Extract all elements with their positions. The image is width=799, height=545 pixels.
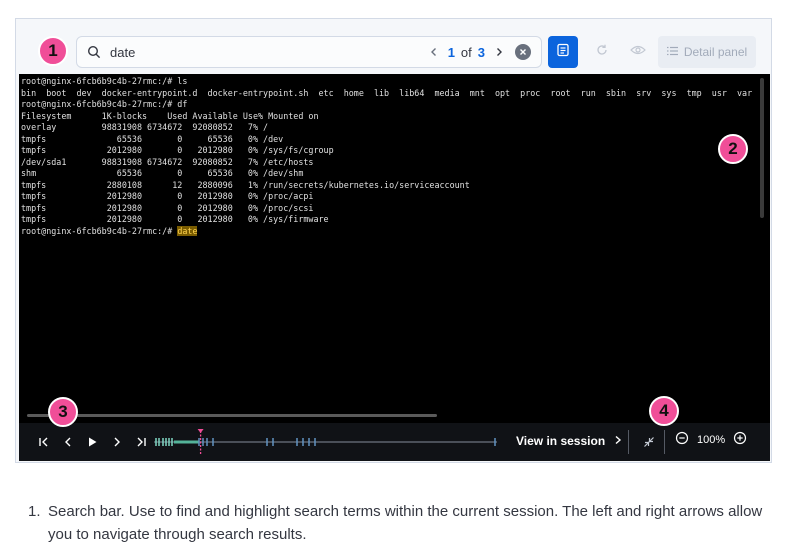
toolbar: date 1 of 3 Detail panel [16,19,771,74]
terminal-line: root@nginx-6fcb6b9c4b-27rmc:/# date [21,225,770,238]
callout-badge-3: 3 [48,397,78,427]
controls-divider [628,430,629,454]
search-highlight: date [177,225,198,236]
chevron-right-icon[interactable] [491,44,507,60]
playback-timeline[interactable] [152,423,502,461]
search-result-current: 1 [447,44,455,60]
terminal-line: Filesystem 1K-blocks Used Available Use%… [21,110,319,121]
terminal-lines: root@nginx-6fcb6b9c4b-27rmc:/# ls bin boo… [19,74,770,237]
chevron-right-icon [613,434,623,448]
skip-to-end-icon[interactable] [130,431,152,453]
terminal-line: tmpfs 2012980 0 2012980 0% /proc/scsi [21,202,314,213]
zoom-controls: 100% [675,431,747,448]
search-pager: 1 of 3 [426,44,507,60]
list-icon [666,45,678,59]
detail-panel-button[interactable]: Detail panel [658,36,756,68]
terminal-line: root@nginx-6fcb6b9c4b-27rmc:/# df [21,99,188,109]
view-in-session-link[interactable]: View in session [516,434,623,448]
callout-badge-2: 2 [718,134,748,164]
caption-text: Search bar. Use to find and highlight se… [48,503,763,543]
chevron-left-icon[interactable] [426,44,442,60]
search-icon [86,44,102,60]
search-input[interactable]: date [110,45,426,60]
detail-panel-label: Detail panel [683,45,748,59]
terminal-line: tmpfs 2880108 12 2880096 1% /run/secrets… [21,179,470,190]
caption: 1. Search bar. Use to find and highlight… [28,500,768,545]
search-result-of: of [460,44,472,60]
caption-number: 1. [28,503,41,520]
terminal-line: overlay 98831908 6734672 92080852 7% / [21,122,269,132]
callout-badge-1: 1 [38,36,68,66]
step-forward-icon[interactable] [106,431,128,453]
zoom-in-icon[interactable] [733,431,747,448]
visibility-button[interactable] [624,36,652,68]
terminal-prompt: root@nginx-6fcb6b9c4b-27rmc:/# [21,225,178,236]
playback-controls: View in session 100% [19,423,770,461]
play-icon[interactable] [81,431,103,453]
terminal-line: tmpfs 2012980 0 2012980 0% /proc/acpi [21,191,314,201]
callout-badge-4: 4 [649,396,679,426]
timeline-playhead-handle [197,429,204,433]
refresh-icon [595,43,609,62]
terminal-line: /dev/sda1 98831908 6734672 92080852 7% /… [21,156,314,167]
terminal-output[interactable]: root@nginx-6fcb6b9c4b-27rmc:/# ls bin boo… [19,74,770,423]
step-back-icon[interactable] [57,431,79,453]
search-result-total: 3 [477,44,485,60]
horizontal-scrollbar[interactable] [27,414,437,417]
terminal-line: root@nginx-6fcb6b9c4b-27rmc:/# ls [21,76,188,86]
terminal-line: tmpfs 65536 0 65536 0% /dev [21,133,284,144]
document-icon [556,43,570,62]
search-bar[interactable]: date 1 of 3 [76,36,542,68]
controls-divider [664,430,665,454]
terminal-line: bin boot dev docker-entrypoint.d docker-… [21,87,753,98]
terminal-line: shm 65536 0 65536 0% /dev/shm [21,168,304,178]
vertical-scrollbar[interactable] [760,78,764,218]
zoom-level: 100% [697,433,726,446]
skip-to-start-icon[interactable] [33,431,55,453]
collapse-icon[interactable] [638,431,660,453]
session-view-button[interactable] [548,36,578,68]
terminal-line: tmpfs 2012980 0 2012980 0% /sys/firmware [21,214,329,224]
refresh-button[interactable] [588,36,616,68]
view-in-session-label: View in session [516,434,606,448]
zoom-out-icon[interactable] [675,431,689,448]
eye-icon [630,43,646,61]
clear-search-icon[interactable] [515,44,531,60]
terminal-line: tmpfs 2012980 0 2012980 0% /sys/fs/cgrou… [21,145,334,155]
